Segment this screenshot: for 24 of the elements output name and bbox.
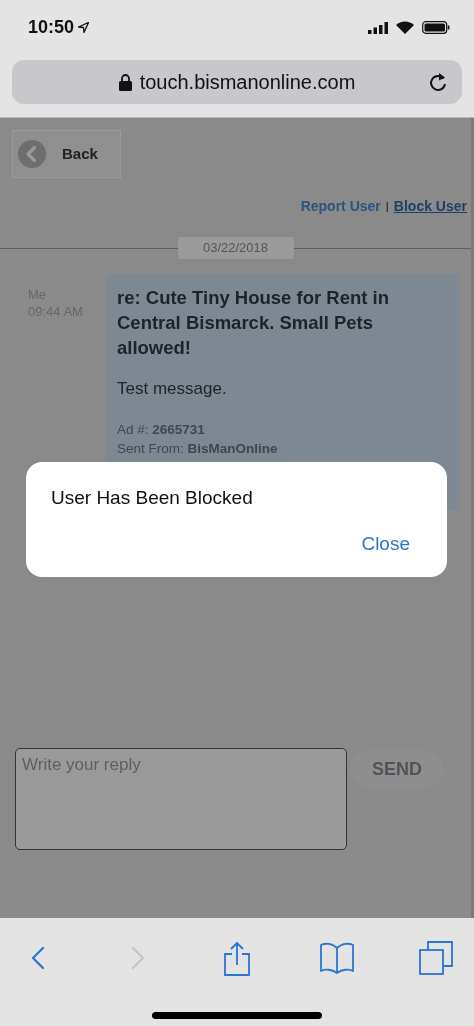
url-text: touch.bismanonline.com — [139, 70, 356, 95]
link-separator: | — [385, 199, 389, 215]
date-label: 03/22/2018 — [177, 237, 294, 259]
share-icon[interactable] — [224, 940, 250, 976]
clock-time: 10:50 — [28, 16, 75, 39]
signal-icon — [368, 21, 388, 34]
reload-icon[interactable] — [428, 71, 448, 93]
book-icon[interactable] — [319, 942, 354, 974]
message-body: Test message. — [117, 378, 228, 400]
reply-field[interactable]: Write your reply — [15, 748, 347, 850]
ad-number: Ad #: 2665731 — [117, 420, 206, 439]
address-bar[interactable]: touch.bismanonline.com — [12, 60, 462, 104]
message-subject: re: Cute Tiny House for Rent in Central Bismarck. Small Pets allowed! — [117, 286, 391, 360]
close-button[interactable]: Close — [350, 530, 421, 559]
sent-from: Sent From: BisManOnline — [117, 439, 279, 458]
back-button[interactable]: Back — [12, 130, 121, 178]
back-circle-icon — [18, 140, 46, 168]
wifi-icon — [396, 21, 414, 34]
battery-icon — [422, 21, 450, 34]
user-action-link[interactable]: Block User — [393, 196, 467, 217]
tabs-icon[interactable] — [419, 941, 453, 975]
alert-message: User Has Been Blocked — [50, 486, 254, 510]
location-arrow-icon — [78, 22, 90, 33]
lock-icon — [118, 73, 132, 91]
